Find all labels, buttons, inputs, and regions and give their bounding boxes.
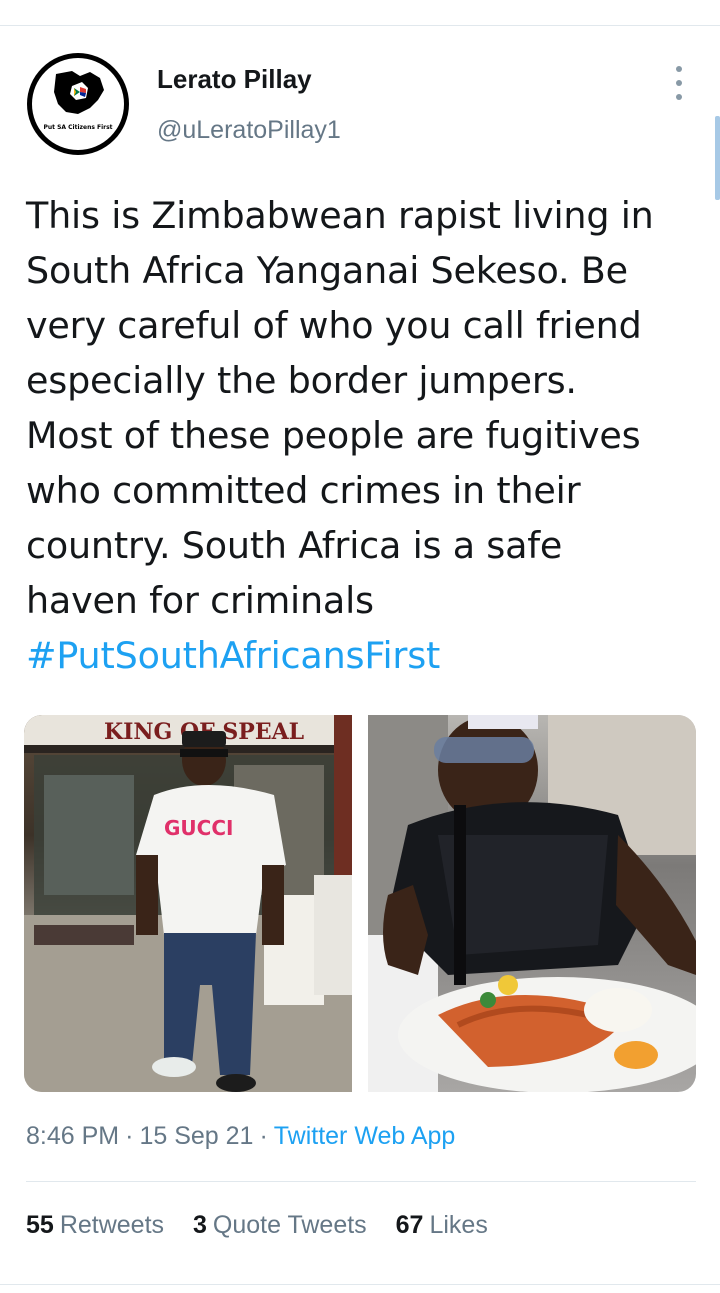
top-divider xyxy=(0,25,720,26)
retweets-stat[interactable]: 55 Retweets xyxy=(26,1211,164,1240)
avatar-caption: Put SA Citizens First xyxy=(43,124,113,131)
avatar-badge: Put SA Citizens First xyxy=(32,58,124,150)
tweet-text-line: Most of these people are fugitives xyxy=(26,414,641,457)
photo-man-with-seafood-plate[interactable] xyxy=(368,715,696,1092)
likes-label: Likes xyxy=(429,1211,488,1239)
likes-count: 67 xyxy=(395,1211,424,1239)
likes-stat[interactable]: 67 Likes xyxy=(396,1211,488,1240)
author-handle[interactable]: @uLeratoPillay1 xyxy=(157,116,341,145)
avatar[interactable]: Put SA Citizens First xyxy=(27,53,129,155)
tweet-text: This is Zimbabwean rapist living in Sout… xyxy=(26,188,706,628)
meta-separator: · xyxy=(125,1122,134,1150)
tweet-text-line: country. South Africa is a safe xyxy=(26,524,563,567)
south-africa-map-icon xyxy=(54,71,104,114)
tweet-stats: 55 Retweets 3 Quote Tweets 67 Likes xyxy=(26,1211,510,1240)
retweets-label: Retweets xyxy=(59,1211,165,1239)
shirt-logo-text: GUCCI xyxy=(164,816,233,840)
more-vertical-icon-dot xyxy=(676,80,682,86)
tweet-text-line: This is Zimbabwean rapist living in xyxy=(26,194,654,237)
tweet-text-line: very careful of who you call friend xyxy=(26,304,642,347)
tweet-text-line: haven for criminals xyxy=(26,579,374,622)
tweet-header: Put SA Citizens First Lerato Pillay @uLe… xyxy=(0,50,720,160)
tweet-text-line: especially the border jumpers. xyxy=(26,359,577,402)
retweets-count: 55 xyxy=(26,1211,54,1239)
more-vertical-icon-dot xyxy=(676,94,682,100)
tweet-source-link[interactable]: Twitter Web App xyxy=(274,1122,456,1150)
tweet-metadata: 8:46 PM · 15 Sep 21 · Twitter Web App xyxy=(26,1122,455,1151)
author-display-name[interactable]: Lerato Pillay xyxy=(157,64,312,95)
hashtag-link[interactable]: #PutSouthAfricansFirst xyxy=(26,628,440,683)
tweet-time[interactable]: 8:46 PM xyxy=(26,1122,119,1150)
quote-tweets-label: Quote Tweets xyxy=(212,1211,367,1239)
more-vertical-icon xyxy=(676,66,682,72)
tweet-date[interactable]: 15 Sep 21 xyxy=(139,1122,253,1150)
meta-separator: · xyxy=(259,1122,268,1150)
tweet-text-line: who committed crimes in their xyxy=(26,469,581,512)
media-gallery: KING OF SPEAL GUCCI xyxy=(24,715,696,1092)
tweet-text-line: South Africa Yanganai Sekeso. Be xyxy=(26,249,628,292)
stats-divider xyxy=(26,1181,696,1182)
more-options-button[interactable] xyxy=(664,66,694,100)
photo-left-illustration: KING OF SPEAL GUCCI xyxy=(24,715,352,1092)
photo-man-in-gucci-shirt[interactable]: KING OF SPEAL GUCCI xyxy=(24,715,352,1092)
quote-tweets-count: 3 xyxy=(192,1211,207,1239)
quote-tweets-stat[interactable]: 3 Quote Tweets xyxy=(193,1211,367,1240)
bottom-divider xyxy=(0,1284,720,1285)
photo-right-illustration xyxy=(368,715,696,1092)
